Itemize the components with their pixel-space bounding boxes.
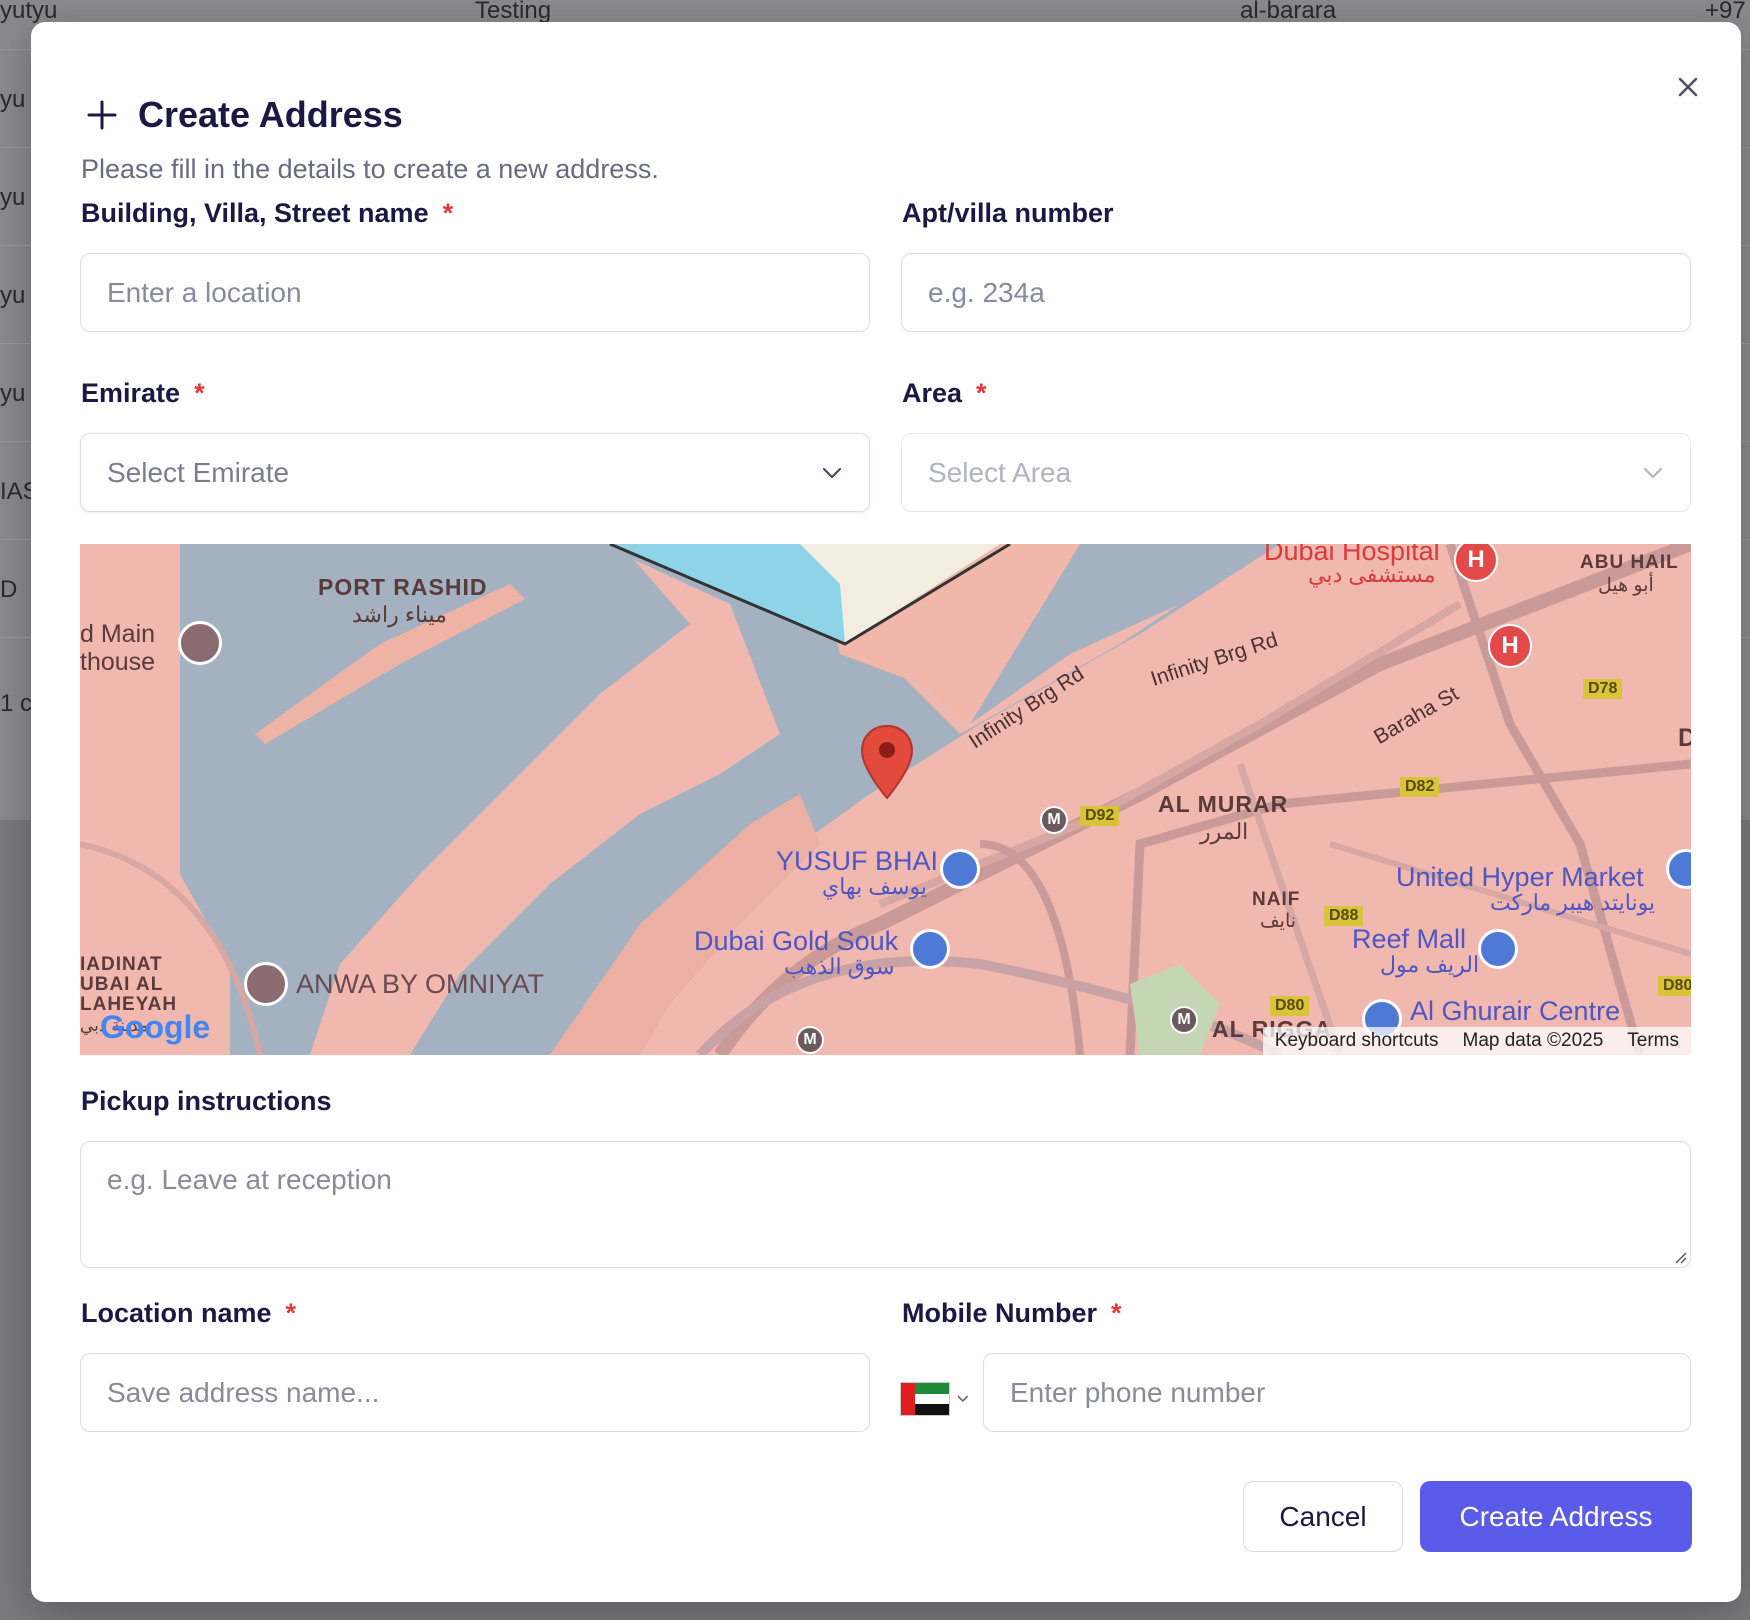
shopping-icon[interactable] (940, 849, 980, 889)
map-road-badge: D92 (1080, 806, 1120, 826)
map-label-anwa: ANWA BY OMNIYAT (296, 969, 545, 999)
required-mark: * (285, 1298, 297, 1328)
map-road-badge: D82 (1400, 777, 1440, 797)
map-label-lighthouse-2: thouse (80, 648, 156, 676)
map-label-dubai-hospital-ar: مستشفى دبي (1308, 562, 1436, 587)
area-select[interactable]: Select Area (901, 433, 1691, 512)
area-label-text: Area (902, 378, 963, 408)
emirate-label-text: Emirate (81, 378, 181, 408)
emirate-select-value: Select Emirate (107, 456, 290, 488)
map-label-naif: NAIF (1252, 889, 1301, 910)
map-label-reef-mall-ar: الريف مول (1380, 952, 1480, 977)
shopping-icon[interactable] (910, 929, 950, 969)
shopping-icon[interactable] (1478, 929, 1518, 969)
map-data-text: Map data ©2025 (1462, 1030, 1604, 1051)
map-road-badge: D78 (1583, 679, 1623, 699)
pickup-instructions-textarea[interactable] (80, 1141, 1691, 1268)
mobile-label-text: Mobile Number (902, 1298, 1098, 1328)
area-label: Area * (902, 378, 987, 409)
location-name-label: Location name * (81, 1298, 296, 1329)
map-label-yusuf-bhai-ar: يوسف بهاي (822, 874, 927, 899)
resize-handle-icon[interactable] (1673, 1250, 1687, 1264)
location-name-label-text: Location name (81, 1298, 272, 1328)
country-code-select[interactable] (900, 1379, 970, 1419)
create-address-button[interactable]: Create Address (1420, 1481, 1692, 1552)
map-label-abu-hail-ar: أبو هيل (1598, 575, 1654, 596)
required-mark: * (976, 378, 987, 408)
dialog-title: Create Address (138, 94, 403, 135)
cancel-button[interactable]: Cancel (1243, 1481, 1403, 1552)
place-icon[interactable] (244, 962, 288, 1006)
map-label-naif-ar: نايف (1260, 911, 1297, 932)
apt-label-text: Apt/villa number (902, 198, 1114, 228)
keyboard-shortcuts-link[interactable]: Keyboard shortcuts (1263, 1030, 1451, 1052)
emirate-label: Emirate * (81, 378, 205, 409)
map-label-al-ghurair: Al Ghurair Centre (1410, 996, 1621, 1026)
table-cell: yu (0, 184, 26, 211)
table-cell: D (0, 576, 18, 603)
required-mark: * (1111, 1298, 1122, 1328)
chevron-down-icon (957, 1395, 969, 1403)
map-label-gold-souk: Dubai Gold Souk (694, 926, 899, 956)
area-select-value: Select Area (928, 456, 1072, 488)
required-mark: * (194, 378, 205, 408)
map-label-madinat: UBAI AL (80, 974, 164, 995)
map-label-al-murar: AL MURAR (1158, 791, 1289, 817)
location-pin-icon[interactable] (860, 724, 914, 800)
terms-link[interactable]: Terms (1615, 1030, 1691, 1052)
map-label-abu-hail: ABU HAIL (1580, 552, 1679, 573)
street-input[interactable] (80, 253, 870, 332)
map-label-port-rashid: PORT RASHID (318, 574, 488, 600)
apt-label: Apt/villa number (902, 198, 1114, 229)
museum-icon[interactable] (178, 621, 222, 665)
pickup-label-text: Pickup instructions (81, 1086, 332, 1116)
map-label-deira: DE (1678, 724, 1691, 752)
apt-input[interactable] (901, 253, 1691, 332)
map-road-badge: D80 (1658, 976, 1691, 996)
map-road-badge: D80 (1270, 996, 1310, 1016)
table-cell: yu (0, 282, 26, 309)
close-button[interactable] (1673, 72, 1703, 102)
map-label-madinat: IADINAT (80, 954, 163, 975)
table-cell: yu (0, 86, 26, 113)
map-label-port-rashid-ar: ميناء راشد (352, 602, 447, 627)
map-label-gold-souk-ar: سوق الذهب (784, 954, 895, 979)
dialog-header: Create Address (84, 90, 403, 140)
map-label-reef-mall: Reef Mall (1352, 924, 1467, 954)
chevron-down-icon (1643, 467, 1663, 478)
create-address-dialog: Create Address Please fill in the detail… (31, 22, 1741, 1602)
pickup-label: Pickup instructions (81, 1086, 332, 1117)
google-logo: Google (100, 1009, 211, 1045)
metro-icon[interactable]: M (1040, 806, 1068, 834)
map-label-al-murar-ar: المرر (1200, 819, 1249, 844)
map-label-united-hyper: United Hyper Market (1396, 862, 1644, 892)
location-map[interactable]: PORT RASHID ميناء راشد d Main thouse Dub… (80, 544, 1691, 1055)
pagination-hint: 1 c (0, 690, 33, 717)
close-icon (1678, 77, 1698, 97)
metro-icon[interactable]: M (1170, 1006, 1198, 1034)
plus-icon (87, 100, 117, 130)
mobile-label: Mobile Number * (902, 1298, 1122, 1329)
map-label-united-hyper-ar: يونايتد هيبر ماركت (1490, 890, 1656, 915)
table-cell: yu (0, 380, 26, 407)
map-attribution: Keyboard shortcuts Map data ©2025 Terms (1262, 1027, 1691, 1055)
uae-flag-icon (900, 1382, 951, 1416)
metro-icon[interactable]: M (796, 1026, 824, 1054)
map-label-yusuf-bhai: YUSUF BHAI (776, 846, 939, 876)
map-label-lighthouse-1: d Main (80, 620, 156, 648)
street-label: Building, Villa, Street name * (81, 198, 453, 229)
dialog-subtitle: Please fill in the details to create a n… (81, 154, 659, 184)
required-mark: * (442, 198, 454, 228)
map-road-badge: D88 (1324, 906, 1364, 926)
hospital-icon[interactable]: H (1488, 624, 1532, 668)
phone-number-input[interactable] (983, 1353, 1691, 1432)
location-name-input[interactable] (80, 1353, 870, 1432)
street-label-text: Building, Villa, Street name (81, 198, 429, 228)
chevron-down-icon (822, 467, 842, 478)
emirate-select[interactable]: Select Emirate (80, 433, 870, 512)
